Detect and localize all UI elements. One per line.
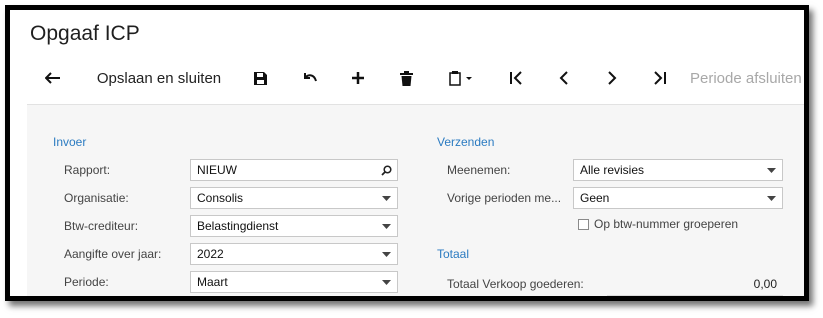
label-totaal-verkoop-goederen: Totaal Verkoop goederen:	[447, 277, 584, 291]
section-title-verzenden: Verzenden	[437, 135, 495, 149]
vorige-perioden-select[interactable]: Geen	[573, 187, 783, 209]
organisatie-value: Consolis	[197, 191, 244, 205]
chevron-down-icon[interactable]	[760, 195, 782, 201]
trash-icon[interactable]	[394, 58, 418, 98]
chevron-down-icon[interactable]	[375, 195, 397, 201]
section-title-invoer: Invoer	[53, 135, 87, 149]
clipboard-icon[interactable]	[442, 58, 482, 98]
previous-record-icon[interactable]	[552, 58, 576, 98]
groeperen-label: Op btw-nummer groeperen	[594, 217, 739, 231]
meenemen-select[interactable]: Alle revisies	[573, 159, 783, 181]
search-icon[interactable]	[375, 164, 397, 176]
label-vorige-perioden: Vorige perioden me...	[447, 191, 562, 205]
first-record-icon[interactable]	[504, 58, 528, 98]
aangifte-jaar-value: 2022	[197, 247, 224, 261]
back-arrow-icon[interactable]	[40, 58, 66, 98]
rapport-value: NIEUW	[197, 163, 237, 177]
label-btw-crediteur: Btw-crediteur:	[64, 219, 139, 233]
label-aangifte-jaar: Aangifte over jaar:	[64, 247, 162, 261]
total-divider	[607, 295, 783, 296]
periode-value: Maart	[197, 275, 228, 289]
periode-select[interactable]: Maart	[190, 271, 398, 293]
rapport-field[interactable]: NIEUW	[190, 159, 398, 181]
chevron-down-icon[interactable]	[760, 167, 782, 173]
chevron-down-icon[interactable]	[375, 223, 397, 229]
save-and-close-button[interactable]: Opslaan en sluiten	[92, 58, 226, 98]
label-rapport: Rapport:	[64, 163, 111, 177]
vorige-perioden-value: Geen	[580, 191, 610, 205]
label-organisatie: Organisatie:	[64, 191, 129, 205]
toolbar: Opslaan en sluiten Periode afsluiten	[10, 58, 804, 98]
label-meenemen: Meenemen:	[447, 163, 511, 177]
groeperen-checkbox-row[interactable]: Op btw-nummer groeperen	[578, 217, 738, 231]
organisatie-select[interactable]: Consolis	[190, 187, 398, 209]
plus-icon[interactable]	[346, 58, 370, 98]
btw-crediteur-value: Belastingdienst	[197, 219, 279, 233]
window-frame: Opgaaf ICP Opslaan en sluiten Periode af…	[5, 5, 809, 301]
close-period-button[interactable]: Periode afsluiten	[690, 58, 804, 98]
aangifte-jaar-select[interactable]: 2022	[190, 243, 398, 265]
label-periode: Periode:	[64, 275, 109, 289]
page-title: Opgaaf ICP	[30, 22, 140, 45]
next-record-icon[interactable]	[600, 58, 624, 98]
floppy-disk-icon[interactable]	[248, 58, 272, 98]
btw-crediteur-select[interactable]: Belastingdienst	[190, 215, 398, 237]
groeperen-checkbox[interactable]	[578, 218, 589, 230]
undo-icon[interactable]	[298, 58, 322, 98]
chevron-down-icon[interactable]	[375, 279, 397, 285]
totaal-verkoop-goederen-value: 0,00	[753, 277, 777, 291]
last-record-icon[interactable]	[648, 58, 672, 98]
chevron-down-icon[interactable]	[375, 251, 397, 257]
section-title-totaal: Totaal	[437, 247, 470, 261]
form-panel: Invoer Rapport: NIEUW Organisatie: Conso…	[27, 104, 804, 296]
meenemen-value: Alle revisies	[580, 163, 645, 177]
